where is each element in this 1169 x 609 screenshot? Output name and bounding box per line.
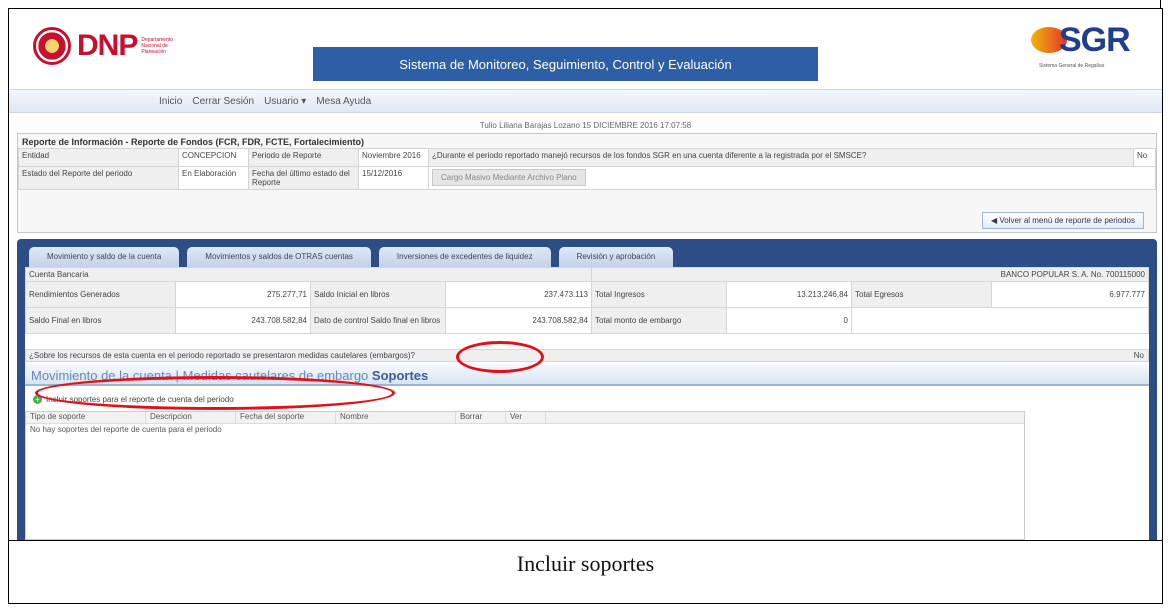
dato-control-label: Dato de control Saldo final en libros: [310, 307, 446, 334]
nav-bar: Inicio Cerrar Sesión Usuario ▾ Mesa Ayud…: [9, 89, 1162, 113]
sgr-logo: SGR Sistema General de Regalías: [1031, 19, 1143, 77]
saldo-inicial-label: Saldo Inicial en libros: [310, 281, 446, 308]
rendimientos-value: 275.277,71: [175, 281, 311, 308]
tab-revision[interactable]: Revisión y aprobación: [558, 247, 674, 267]
empty-cell: [851, 307, 1149, 334]
highlight-incluir-ring: [35, 376, 395, 410]
figure-caption: Incluir soportes: [516, 551, 655, 576]
tab-inversiones[interactable]: Inversiones de excedentes de liquidez: [378, 247, 551, 267]
entidad-label: Entidad: [18, 148, 179, 167]
total-ingresos-value: 13.213.246,84: [726, 281, 852, 308]
dato-control-value: 243.708.582,84: [445, 307, 592, 334]
question-top-answer: No: [1133, 148, 1156, 167]
col-tipo[interactable]: Tipo de soporte: [26, 412, 146, 423]
dnp-name: DNP: [77, 29, 138, 62]
total-ingresos-label: Total Ingresos: [591, 281, 727, 308]
fecha-label: Fecha del último estado del Reporte: [248, 166, 359, 190]
header: DNP Departamento Nacional de Planeación …: [9, 9, 1162, 87]
total-egresos-label: Total Egresos: [851, 281, 992, 308]
col-descripcion[interactable]: Descripcion: [146, 412, 236, 423]
tab-movimiento-saldo[interactable]: Movimiento y saldo de la cuenta: [29, 247, 180, 267]
embargo-question: ¿Sobre los recursos de esta cuenta en el…: [25, 349, 1149, 362]
tab-strip: Movimiento y saldo de la cuenta Movimien…: [29, 247, 674, 267]
nav-mesa-ayuda[interactable]: Mesa Ayuda: [316, 96, 371, 107]
nav-cerrar-sesion[interactable]: Cerrar Sesión: [192, 96, 254, 107]
saldo-final-value: 243.708.582,84: [175, 307, 311, 334]
col-borrar[interactable]: Borrar: [456, 412, 506, 423]
embargo-question-text: ¿Sobre los recursos de esta cuenta en el…: [29, 351, 415, 360]
saldo-inicial-value: 237.473.113: [445, 281, 592, 308]
periodo-value: Noviembre 2016: [358, 148, 429, 167]
col-fecha[interactable]: Fecha del soporte: [236, 412, 336, 423]
embargo-value: 0: [726, 307, 852, 334]
embargo-label: Total monto de embargo: [591, 307, 727, 334]
highlight-soportes-ring: [456, 341, 544, 373]
dnp-subtitle: Departamento Nacional de Planeación: [141, 37, 174, 55]
report-panel: Reporte de Información - Reporte de Fond…: [17, 133, 1157, 233]
rendimientos-label: Rendimientos Generados: [25, 281, 176, 308]
saldo-final-label: Saldo Final en libros: [25, 307, 176, 334]
subtab-soportes[interactable]: Soportes: [372, 368, 428, 383]
cargo-masivo-button[interactable]: Cargo Masivo Mediante Archivo Plano: [432, 169, 586, 186]
col-nombre[interactable]: Nombre: [336, 412, 456, 423]
grid-header: Tipo de soporte Descripcion Fecha del so…: [26, 412, 1024, 424]
banco-value: BANCO POPULAR S. A. No. 700115000: [591, 267, 1149, 282]
dnp-logo[interactable]: DNP Departamento Nacional de Planeación: [33, 27, 191, 65]
colombia-seal-icon: [33, 27, 71, 65]
question-top: ¿Durante el periodo reportado manejó rec…: [428, 148, 1134, 167]
back-to-periods-button[interactable]: ◀ Volver al menú de reporte de periodos: [981, 212, 1144, 229]
fecha-value: 15/12/2016: [358, 166, 429, 190]
soportes-grid: Tipo de soporte Descripcion Fecha del so…: [25, 411, 1025, 540]
user-session-line: Tulio Liliana Barajas Lozano 15 DICIEMBR…: [479, 121, 692, 130]
cuenta-label: Cuenta Bancaria: [25, 267, 592, 282]
system-title: Sistema de Monitoreo, Seguimiento, Contr…: [313, 47, 818, 81]
account-table: Cuenta Bancaria BANCO POPULAR S. A. No. …: [25, 267, 1149, 334]
entidad-value: CONCEPCION: [178, 148, 249, 167]
nav-usuario-menu[interactable]: Usuario ▾: [264, 96, 306, 107]
periodo-label: Periodo de Reporte: [248, 148, 359, 167]
report-info-table: Entidad CONCEPCION Periodo de Reporte No…: [18, 148, 1156, 190]
estado-value: En Elaboración: [178, 166, 249, 190]
nav-inicio[interactable]: Inicio: [159, 96, 182, 107]
col-ver[interactable]: Ver: [506, 412, 546, 423]
estado-label: Estado del Reporte del periodo: [18, 166, 179, 190]
screenshot: DNP Departamento Nacional de Planeación …: [9, 9, 1162, 540]
back-label: Volver al menú de reporte de periodos: [999, 216, 1135, 225]
embargo-question-answer: No: [1133, 351, 1144, 360]
cargo-cell: Cargo Masivo Mediante Archivo Plano: [428, 166, 1156, 190]
sgr-name: SGR: [1059, 21, 1131, 59]
tab-otras-cuentas[interactable]: Movimientos y saldos de OTRAS cuentas: [187, 247, 371, 267]
grid-empty-message: No hay soportes del reporte de cuenta pa…: [30, 425, 222, 434]
sgr-subtitle: Sistema General de Regalías: [1039, 63, 1105, 69]
caption-box: Incluir soportes: [9, 540, 1162, 604]
total-egresos-value: 6.977.777: [991, 281, 1149, 308]
